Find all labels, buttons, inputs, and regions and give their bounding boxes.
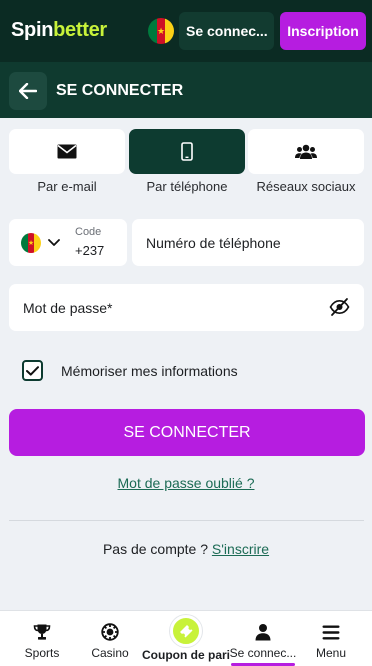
page-title: SE CONNECTER (56, 82, 184, 99)
tab-email-label: Par e-mail (37, 179, 97, 194)
eye-slash-icon[interactable] (329, 297, 350, 317)
nav-casino-label: Casino (91, 646, 129, 660)
tab-phone-label: Par téléphone (146, 179, 228, 194)
tab-phone[interactable] (129, 129, 245, 174)
register-button[interactable]: Inscription (280, 12, 366, 50)
divider (9, 520, 364, 521)
tab-social-label: Réseaux sociaux (256, 179, 356, 194)
nav-sports-label: Sports (24, 646, 60, 660)
user-icon (255, 624, 271, 641)
code-value: +237 (75, 243, 105, 258)
nav-login[interactable]: Se connec... (230, 611, 296, 666)
envelope-icon (57, 144, 77, 159)
no-account-text: Pas de compte ? S'inscrire (0, 541, 372, 557)
phone-number-input[interactable]: Numéro de téléphone (132, 219, 364, 266)
nav-menu[interactable]: Menu (303, 611, 359, 666)
checkmark-icon (26, 365, 39, 376)
poker-chip-icon (101, 623, 119, 641)
nav-login-label: Se connec... (229, 646, 297, 660)
nav-casino[interactable]: Casino (82, 611, 138, 666)
users-icon (295, 144, 317, 159)
nav-menu-label: Menu (315, 646, 347, 660)
back-button[interactable] (9, 72, 47, 110)
cameroon-flag-icon[interactable]: ★ (148, 18, 174, 44)
nav-coupon-button[interactable] (170, 615, 202, 647)
hamburger-icon (322, 625, 340, 639)
remember-label[interactable]: Mémoriser mes informations (61, 363, 238, 379)
smartphone-icon (181, 142, 193, 161)
top-header: Spinbetter ★ Se connec... Inscription (0, 0, 372, 62)
cameroon-flag-icon: ★ (21, 233, 41, 253)
tab-email[interactable] (9, 129, 125, 174)
page-header: SE CONNECTER (0, 62, 372, 118)
signup-link[interactable]: S'inscrire (212, 541, 269, 557)
tab-social[interactable] (248, 129, 364, 174)
code-label: Code (75, 226, 102, 238)
trophy-icon (33, 624, 51, 640)
ticket-icon (180, 625, 193, 638)
logo-better-text: better (53, 19, 107, 41)
country-code-select[interactable]: ★ Code +237 (9, 219, 127, 266)
nav-sports[interactable]: Sports (12, 611, 72, 666)
nav-coupon-label[interactable]: Coupon de pari (140, 648, 232, 662)
arrow-left-icon (19, 83, 37, 99)
phone-placeholder: Numéro de téléphone (146, 235, 281, 251)
header-login-button[interactable]: Se connec... (179, 12, 274, 50)
logo-spin-text: Spin (11, 19, 54, 41)
password-placeholder: Mot de passe* (23, 300, 113, 316)
remember-checkbox[interactable] (22, 360, 43, 381)
spinbetter-logo[interactable]: Spinbetter (11, 19, 107, 42)
login-submit-button[interactable]: SE CONNECTER (9, 409, 365, 456)
forgot-password-link[interactable]: Mot de passe oublié ? (0, 475, 372, 491)
password-input[interactable]: Mot de passe* (9, 284, 364, 331)
chevron-down-icon (48, 239, 60, 246)
no-account-label: Pas de compte ? (102, 541, 212, 557)
